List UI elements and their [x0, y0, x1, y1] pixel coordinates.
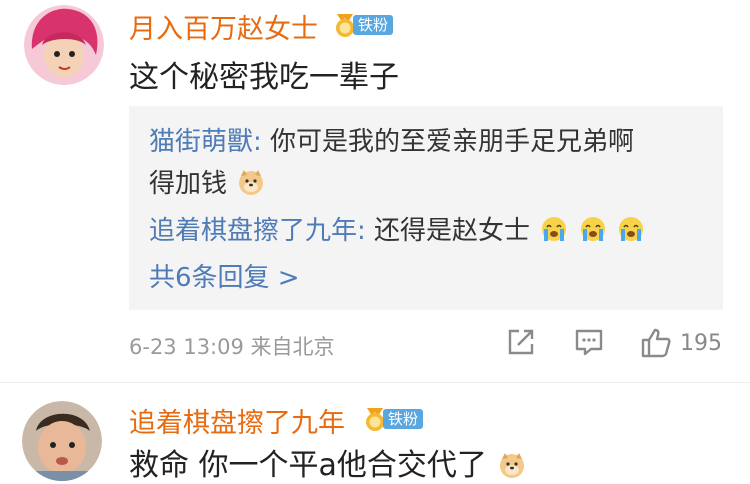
avatar[interactable] — [24, 5, 104, 85]
fan-badge[interactable]: 铁粉 — [364, 406, 424, 432]
comment-meta: 6-23 13:09 来自北京 — [129, 335, 335, 359]
doge-emoji-icon — [239, 170, 264, 195]
reply-item-continued: 得加钱 — [149, 163, 265, 200]
badge-label: 铁粉 — [383, 409, 424, 429]
crying-emoji-icon — [618, 217, 643, 241]
reply-author[interactable]: 追着棋盘擦了九年: — [149, 216, 366, 246]
badge-label: 铁粉 — [353, 15, 394, 35]
comment-text: 救命 你一个平a他合交代了 — [129, 440, 526, 484]
avatar[interactable] — [22, 401, 102, 481]
share-button[interactable] — [506, 327, 536, 361]
reply-item: 猫街萌獸: 你可是我的至爱亲朋手足兄弟啊 — [149, 121, 634, 158]
doge-emoji-icon — [500, 453, 525, 478]
username[interactable]: 追着棋盘擦了九年 — [129, 401, 345, 440]
reply-box[interactable]: 猫街萌獸: 你可是我的至爱亲朋手足兄弟啊 得加钱 追着棋盘擦了九年: 还得是赵女… — [129, 106, 723, 310]
reply-text-continued: 得加钱 — [149, 169, 228, 199]
comment-text-content: 救命 你一个平a他合交代了 — [129, 448, 487, 483]
like-count: 195 — [680, 330, 722, 356]
reply-item: 追着棋盘擦了九年: 还得是赵女士 — [149, 210, 645, 247]
crying-emoji-icon — [580, 217, 605, 241]
crying-emoji-icon — [542, 217, 567, 241]
reply-text: 还得是赵女士 — [374, 216, 531, 246]
reply-button[interactable] — [574, 327, 604, 361]
share-icon — [508, 329, 534, 355]
username[interactable]: 月入百万赵女士 — [129, 7, 318, 46]
thumbs-up-icon — [641, 328, 671, 358]
comment-icon — [575, 329, 603, 356]
reply-text: 你可是我的至爱亲朋手足兄弟啊 — [270, 127, 635, 157]
fan-badge[interactable]: 铁粉 — [334, 12, 394, 38]
more-replies-link[interactable]: 共6条回复 > — [149, 257, 300, 294]
divider — [0, 382, 750, 383]
comment-text: 这个秘密我吃一辈子 — [129, 60, 399, 95]
reply-author[interactable]: 猫街萌獸: — [149, 127, 262, 157]
like-button[interactable]: 195 — [640, 327, 722, 359]
